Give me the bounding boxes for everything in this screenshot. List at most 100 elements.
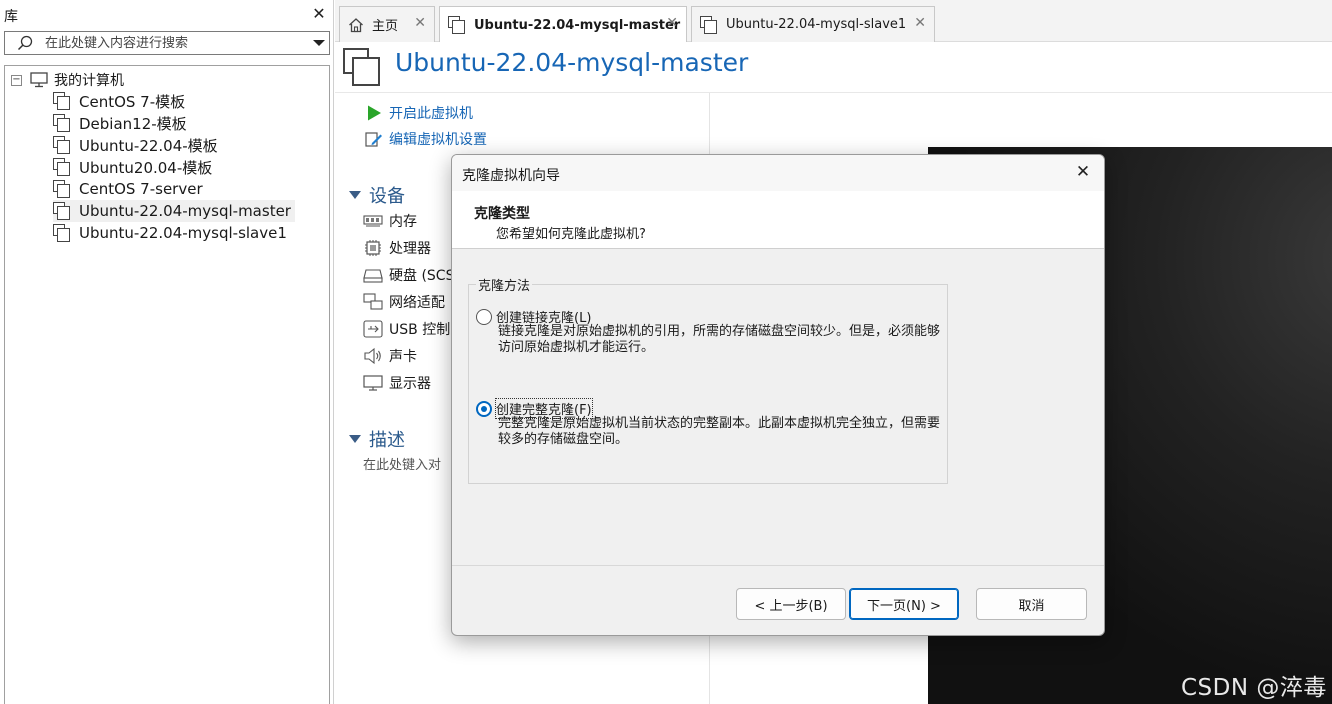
vm-icon	[53, 202, 71, 220]
close-icon[interactable]: ✕	[1074, 163, 1092, 181]
tab-home[interactable]: 主页 ✕	[339, 6, 435, 42]
device-sound-card[interactable]: 声卡	[363, 345, 417, 367]
network-icon	[363, 293, 383, 310]
full-clone-description: 完整克隆是原始虚拟机当前状态的完整副本。此副本虚拟机完全独立，但需要较多的存储磁…	[498, 416, 941, 447]
tree-item-vm[interactable]: Ubuntu-22.04-模板	[53, 134, 222, 156]
cpu-icon	[365, 240, 381, 256]
library-search-box[interactable]	[4, 31, 330, 55]
device-display[interactable]: 显示器	[363, 372, 431, 394]
tree-item-vm[interactable]: CentOS 7-模板	[53, 90, 189, 112]
home-icon	[349, 17, 363, 32]
edit-settings-icon	[365, 132, 382, 147]
tab-label: Ubuntu-22.04-mysql-master	[474, 17, 681, 33]
collapse-triangle-icon[interactable]	[349, 191, 361, 199]
edit-settings-link[interactable]: 编辑虚拟机设置	[389, 129, 487, 149]
memory-icon	[363, 215, 383, 227]
library-tree: − 我的计算机 CentOS 7-模板 Debian12-模板 Ubuntu-2…	[4, 65, 330, 704]
description-section-header[interactable]: 描述	[349, 426, 405, 452]
dialog-title: 克隆虚拟机向导	[462, 168, 560, 184]
tree-item-label: Ubuntu-22.04-mysql-master	[79, 202, 291, 220]
play-icon	[368, 105, 381, 121]
device-usb-controller[interactable]: USB 控制	[363, 318, 450, 340]
tree-item-label: Ubuntu-22.04-模板	[79, 136, 218, 155]
vm-icon	[700, 15, 718, 34]
search-input[interactable]	[45, 34, 305, 52]
tree-root-my-computer[interactable]: − 我的计算机	[11, 70, 124, 90]
tree-item-vm-selected[interactable]: Ubuntu-22.04-mysql-master	[53, 200, 295, 222]
section-title: 描述	[369, 430, 405, 451]
tree-item-label: Ubuntu20.04-模板	[79, 158, 213, 177]
usb-icon	[363, 320, 383, 338]
tab-label: 主页	[372, 19, 399, 34]
vm-icon	[53, 224, 71, 242]
device-network-adapter[interactable]: 网络适配	[363, 291, 445, 313]
device-label: 硬盘 (SCS	[389, 268, 455, 284]
search-icon	[17, 35, 33, 51]
divider	[335, 92, 1332, 93]
device-processor[interactable]: 处理器	[363, 237, 431, 259]
description-placeholder[interactable]: 在此处键入对	[363, 454, 441, 473]
watermark: CSDN @淬毒	[1181, 675, 1327, 701]
library-close-icon[interactable]: ✕	[310, 4, 328, 24]
dialog-heading: 克隆类型	[474, 206, 530, 222]
linked-clone-description: 链接克隆是对原始虚拟机的引用，所需的存储磁盘空间较少。但是，必须能够访问原始虚拟…	[498, 324, 941, 355]
tree-item-label: Debian12-模板	[79, 114, 187, 133]
devices-section-header[interactable]: 设备	[349, 182, 405, 208]
vm-icon	[53, 114, 71, 132]
vm-title: Ubuntu-22.04-mysql-master	[395, 48, 749, 77]
library-header: 库 ✕	[0, 0, 334, 30]
tree-item-vm[interactable]: Ubuntu-22.04-mysql-slave1	[53, 222, 291, 244]
search-dropdown-icon[interactable]	[313, 40, 325, 46]
tab-label: Ubuntu-22.04-mysql-slave1	[726, 17, 907, 32]
tree-item-vm[interactable]: CentOS 7-server	[53, 178, 207, 200]
tree-item-vm[interactable]: Debian12-模板	[53, 112, 191, 134]
vm-icon	[53, 92, 71, 110]
device-label: 网络适配	[389, 295, 445, 311]
section-title: 设备	[369, 186, 405, 207]
hard-disk-icon	[363, 269, 383, 283]
divider	[452, 565, 1104, 566]
monitor-icon	[363, 375, 383, 391]
tree-item-label: Ubuntu-22.04-mysql-slave1	[79, 224, 287, 242]
computer-icon	[30, 72, 48, 88]
linked-clone-radio[interactable]	[476, 308, 492, 325]
tab-vm-slave1[interactable]: Ubuntu-22.04-mysql-slave1 ✕	[691, 6, 935, 42]
tab-close-icon[interactable]: ✕	[914, 15, 926, 31]
tab-vm-master[interactable]: Ubuntu-22.04-mysql-master ✕	[439, 6, 687, 43]
device-label: 显示器	[389, 376, 431, 392]
speaker-icon	[364, 347, 381, 365]
device-memory[interactable]: 内存	[363, 210, 417, 232]
tree-item-label: CentOS 7-server	[79, 180, 203, 198]
power-on-link[interactable]: 开启此虚拟机	[389, 103, 473, 123]
back-button[interactable]: < 上一步(B)	[736, 588, 846, 620]
full-clone-radio[interactable]	[476, 400, 492, 417]
vm-icon	[448, 16, 466, 34]
clone-vm-wizard-dialog: 克隆虚拟机向导 ✕ 克隆类型 您希望如何克隆此虚拟机? 克隆方法 创建链接克隆(…	[451, 154, 1105, 636]
tree-item-label: CentOS 7-模板	[79, 92, 186, 111]
collapse-triangle-icon[interactable]	[349, 435, 361, 443]
clone-method-group-label: 克隆方法	[476, 275, 533, 294]
device-label: 处理器	[389, 241, 431, 257]
cancel-button[interactable]: 取消	[976, 588, 1087, 620]
edit-settings-action[interactable]: 编辑虚拟机设置	[365, 128, 487, 150]
dialog-titlebar[interactable]: 克隆虚拟机向导 ✕	[452, 155, 1104, 191]
vm-icon	[53, 136, 71, 154]
vm-large-icon	[343, 48, 381, 86]
vm-icon	[53, 180, 71, 198]
device-label: USB 控制	[389, 322, 451, 338]
device-label: 内存	[389, 214, 417, 230]
tab-bar: 主页 ✕ Ubuntu-22.04-mysql-master ✕ Ubuntu-…	[335, 0, 1332, 43]
collapse-icon[interactable]: −	[11, 74, 22, 86]
library-title: 库	[4, 9, 18, 25]
power-on-action[interactable]: 开启此虚拟机	[365, 102, 473, 124]
dialog-subheading: 您希望如何克隆此虚拟机?	[496, 227, 646, 242]
library-panel: 库 ✕ − 我的计算机 CentOS 7-模板 Debian12-模板	[0, 0, 334, 704]
next-button[interactable]: 下一页(N) >	[849, 588, 959, 620]
tab-close-icon[interactable]: ✕	[414, 15, 426, 31]
tree-item-vm[interactable]: Ubuntu20.04-模板	[53, 156, 216, 178]
vm-icon	[53, 158, 71, 176]
tree-root-label: 我的计算机	[54, 73, 124, 89]
tab-close-icon[interactable]: ✕	[666, 15, 678, 31]
dialog-header: 克隆类型 您希望如何克隆此虚拟机?	[452, 191, 1104, 249]
device-hard-disk[interactable]: 硬盘 (SCS	[363, 264, 454, 286]
